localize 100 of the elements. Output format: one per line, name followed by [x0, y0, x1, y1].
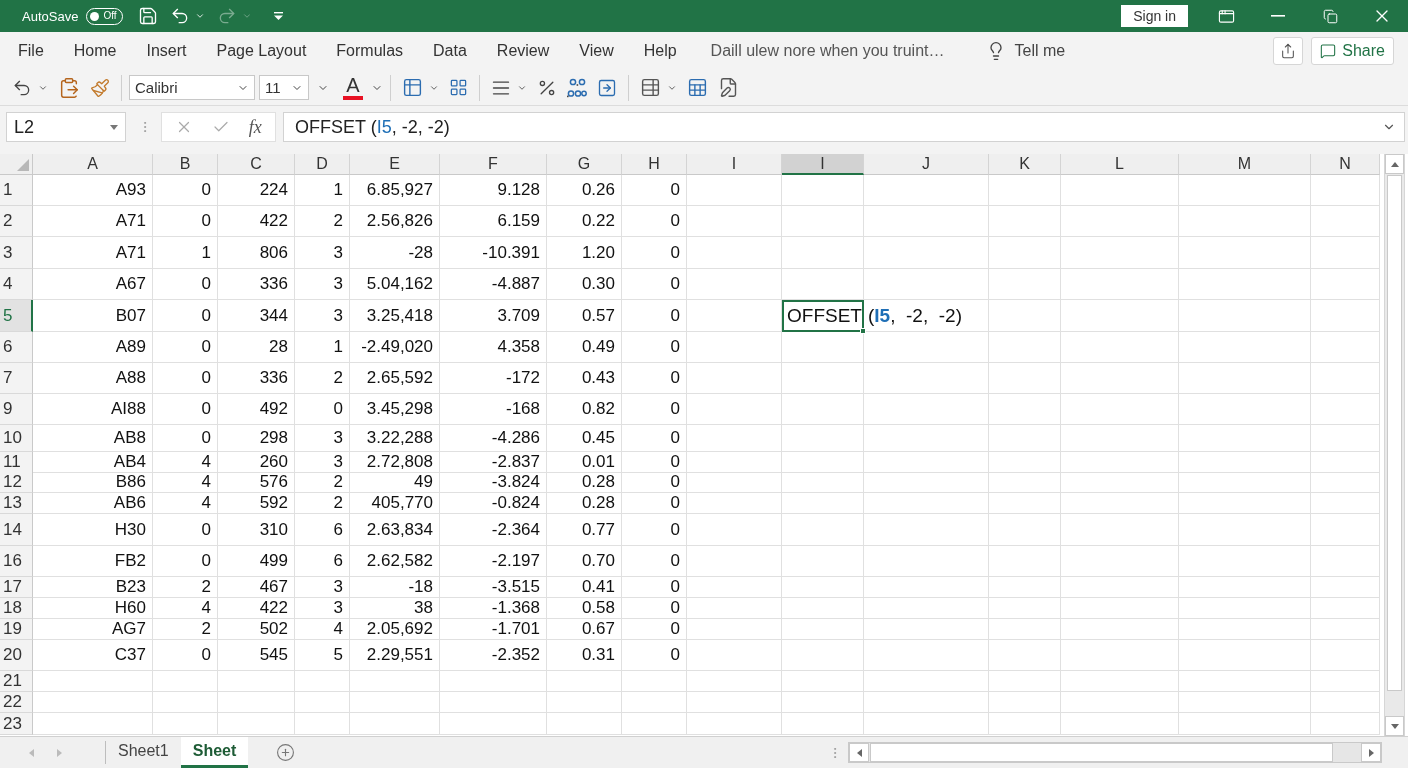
font-color-button[interactable]: A [341, 75, 365, 100]
table-cell: 49 [350, 472, 440, 493]
ribbon-tab[interactable]: File [10, 37, 52, 65]
row-header[interactable]: 22 [0, 692, 33, 713]
table-cell: 0 [153, 363, 218, 394]
row-header[interactable]: 16 [0, 546, 33, 577]
row-header[interactable]: 17 [0, 577, 33, 598]
column-header[interactable]: G [547, 154, 622, 175]
table-cell: -28 [350, 237, 440, 269]
column-header[interactable]: L [1061, 154, 1179, 175]
column-header[interactable]: C [218, 154, 295, 175]
font-size-dropdown[interactable]: 11 [259, 75, 309, 100]
formula-input[interactable]: OFFSET (I5, -2, -2) [283, 112, 1405, 142]
column-header[interactable]: I [687, 154, 782, 175]
table-cell: 0.49 [547, 332, 622, 363]
table-cell: 0.31 [547, 640, 622, 671]
empty-cell [1311, 452, 1380, 473]
column-header[interactable]: D [295, 154, 350, 175]
row-header[interactable]: 19 [0, 619, 33, 640]
row-header[interactable]: 21 [0, 671, 33, 692]
ribbon-tab[interactable]: Page Layout [208, 37, 315, 65]
table-cell: 0 [153, 514, 218, 546]
tell-me-button[interactable]: Tell me [982, 37, 1070, 65]
column-header[interactable]: J [864, 154, 989, 175]
row-header[interactable]: 11 [0, 452, 33, 473]
sign-in-button[interactable]: Sign in [1121, 5, 1188, 27]
table-cell: 806 [218, 237, 295, 269]
row-header[interactable]: 10 [0, 425, 33, 452]
empty-cell [1311, 577, 1380, 598]
row-header[interactable]: 23 [0, 713, 33, 735]
column-header[interactable]: M [1179, 154, 1311, 175]
row-header[interactable]: 18 [0, 598, 33, 619]
ribbon-tab[interactable]: Formulas [328, 37, 412, 65]
row-header[interactable]: 20 [0, 640, 33, 671]
empty-cell [1311, 713, 1380, 735]
row-header[interactable]: 6 [0, 332, 33, 363]
table-cell: 5 [295, 640, 350, 671]
table-cell: 0.22 [547, 206, 622, 237]
row-header[interactable]: 13 [0, 493, 33, 514]
insert-function-button[interactable]: fx [246, 114, 264, 140]
vertical-scrollbar[interactable] [1384, 154, 1405, 736]
ribbon-tab[interactable]: Review [488, 37, 558, 65]
column-header[interactable]: A [33, 154, 153, 175]
table-cell: -18 [350, 577, 440, 598]
row-header[interactable]: 5 [0, 300, 33, 332]
save-icon [137, 6, 158, 26]
table-cell: 2 [153, 619, 218, 640]
table-cell: A71 [33, 206, 153, 237]
sheet-tab[interactable]: Sheet1 [106, 737, 181, 768]
table-cell: B07 [33, 300, 153, 332]
right-triangle-icon [56, 748, 62, 757]
ribbon-tab[interactable]: Help [635, 37, 685, 65]
row-header[interactable]: 7 [0, 363, 33, 394]
table-cell: 0 [153, 394, 218, 425]
row-header[interactable]: 3 [0, 237, 33, 269]
table-cell: 467 [218, 577, 295, 598]
sheet-tab[interactable]: Sheet [180, 737, 249, 768]
row-header[interactable]: 12 [0, 472, 33, 493]
table-cell: FB2 [33, 546, 153, 577]
ribbon-tab[interactable]: Home [65, 37, 125, 65]
share-icon-button[interactable] [1273, 37, 1304, 65]
row-header[interactable]: 9 [0, 394, 33, 425]
table-cell: AB8 [33, 425, 153, 452]
row-header[interactable]: 4 [0, 269, 33, 300]
fill-handle[interactable] [860, 328, 866, 334]
column-header[interactable]: I [782, 154, 864, 175]
scroll-right-button[interactable] [1361, 743, 1381, 762]
table-cell: 492 [218, 394, 295, 425]
ribbon-tab[interactable]: View [571, 37, 622, 65]
horizontal-scrollbar[interactable] [848, 742, 1382, 763]
ribbon-tab[interactable]: Data [425, 37, 475, 65]
row-header[interactable]: 1 [0, 175, 33, 206]
column-header[interactable]: B [153, 154, 218, 175]
empty-cell [989, 598, 1061, 619]
ribbon-tab[interactable]: Insert [138, 37, 195, 65]
table-cell: -10.391 [440, 237, 547, 269]
table-cell: 0 [153, 175, 218, 206]
column-header[interactable]: K [989, 154, 1061, 175]
table-cell: 0 [153, 425, 218, 452]
empty-cell [989, 713, 1061, 735]
column-header[interactable]: N [1311, 154, 1380, 175]
row-header[interactable]: 14 [0, 514, 33, 546]
scroll-up-button[interactable] [1385, 154, 1404, 174]
column-header[interactable]: E [350, 154, 440, 175]
table-cell: AG7 [33, 619, 153, 640]
up-triangle-icon [1390, 161, 1399, 167]
column-header[interactable]: F [440, 154, 547, 175]
font-dropdown[interactable]: Calibri [129, 75, 255, 100]
table-cell: 0.28 [547, 472, 622, 493]
scroll-down-button[interactable] [1385, 716, 1404, 736]
name-box[interactable]: L2 [6, 112, 126, 142]
column-header[interactable]: H [622, 154, 687, 175]
table-cell: 344 [218, 300, 295, 332]
scrollbar-thumb[interactable] [870, 743, 1333, 762]
active-cell[interactable]: OFFSET [782, 300, 864, 332]
scrollbar-thumb[interactable] [1387, 175, 1402, 691]
table-cell: 2.56,826 [350, 206, 440, 237]
row-header[interactable]: 2 [0, 206, 33, 237]
scroll-left-button[interactable] [849, 743, 869, 762]
share-button[interactable]: Share [1311, 37, 1394, 65]
